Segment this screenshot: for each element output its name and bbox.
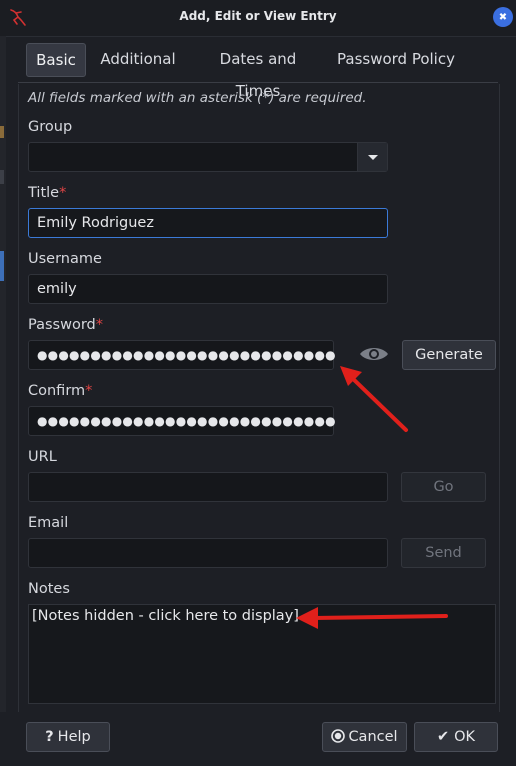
background-glimpse — [0, 251, 4, 281]
tab-basic[interactable]: Basic — [26, 43, 86, 77]
title-value: Emily Rodriguez — [37, 215, 154, 231]
help-button-label: Help — [57, 729, 91, 745]
send-button-label: Send — [425, 545, 462, 561]
password-label-text: Password — [28, 317, 96, 333]
email-label: Email — [28, 515, 69, 531]
generate-button-label: Generate — [415, 347, 483, 363]
group-combobox[interactable] — [28, 142, 388, 172]
username-value: emily — [37, 281, 77, 297]
notes-label: Notes — [28, 581, 70, 597]
close-button[interactable]: ✖ — [493, 7, 513, 27]
required-marker: * — [95, 317, 103, 333]
required-marker: * — [59, 185, 67, 201]
notes-hidden-placeholder[interactable]: [Notes hidden - click here to display] — [32, 608, 299, 624]
url-label: URL — [28, 449, 57, 465]
required-marker: * — [85, 383, 93, 399]
confirm-password-input[interactable]: ●●●●●●●●●●●●●●●●●●●●●●●●●●●● — [28, 406, 336, 436]
confirm-label-text: Confirm — [28, 383, 86, 399]
password-label: Password* — [28, 317, 103, 333]
background-glimpse — [0, 126, 4, 138]
title-label-text: Title — [28, 185, 60, 201]
group-label: Group — [28, 119, 73, 135]
password-value: ●●●●●●●●●●●●●●●●●●●●●●●●●●●● — [37, 348, 336, 362]
chevron-down-icon — [368, 155, 378, 160]
checkmark-icon: ✔ — [436, 729, 450, 745]
generate-button[interactable]: Generate — [402, 340, 496, 370]
dialog-button-bar: ? Help Cancel ✔ OK — [0, 712, 516, 766]
notes-textarea[interactable]: [Notes hidden - click here to display] — [28, 604, 496, 704]
title-bar: Add, Edit or View Entry ✖ — [0, 0, 516, 37]
help-icon: ? — [45, 729, 54, 745]
go-button[interactable]: Go — [401, 472, 486, 502]
confirm-value: ●●●●●●●●●●●●●●●●●●●●●●●●●●●● — [37, 414, 336, 428]
confirm-label: Confirm* — [28, 383, 92, 399]
tab-password-policy[interactable]: Password Policy — [336, 43, 456, 75]
required-fields-hint: All fields marked with an asterisk (*) a… — [28, 90, 367, 106]
ok-button[interactable]: ✔ OK — [414, 722, 498, 752]
title-input[interactable]: Emily Rodriguez — [28, 208, 388, 238]
help-button[interactable]: ? Help — [26, 722, 110, 752]
eye-icon[interactable] — [358, 344, 390, 364]
password-input[interactable]: ●●●●●●●●●●●●●●●●●●●●●●●●●●●● — [28, 340, 336, 370]
group-dropdown-button[interactable] — [357, 143, 387, 171]
url-input[interactable] — [28, 472, 388, 502]
close-icon: ✖ — [498, 12, 508, 23]
tab-bar: Basic Additional Dates and Times Passwor… — [18, 40, 498, 100]
email-input[interactable] — [28, 538, 388, 568]
go-button-label: Go — [433, 479, 454, 495]
cancel-circle-icon — [331, 729, 346, 743]
cancel-button[interactable]: Cancel — [322, 722, 407, 752]
window-title: Add, Edit or View Entry — [179, 9, 337, 23]
tab-divider — [18, 82, 498, 83]
ok-button-label: OK — [454, 729, 476, 745]
username-label: Username — [28, 251, 102, 267]
tab-additional[interactable]: Additional — [96, 43, 180, 75]
title-label: Title* — [28, 185, 66, 201]
tab-dates-and-times[interactable]: Dates and Times — [196, 43, 320, 100]
cancel-button-label: Cancel — [348, 729, 398, 745]
send-button[interactable]: Send — [401, 538, 486, 568]
username-input[interactable]: emily — [28, 274, 388, 304]
background-glimpse — [0, 170, 4, 184]
background-window-edge — [0, 36, 6, 766]
